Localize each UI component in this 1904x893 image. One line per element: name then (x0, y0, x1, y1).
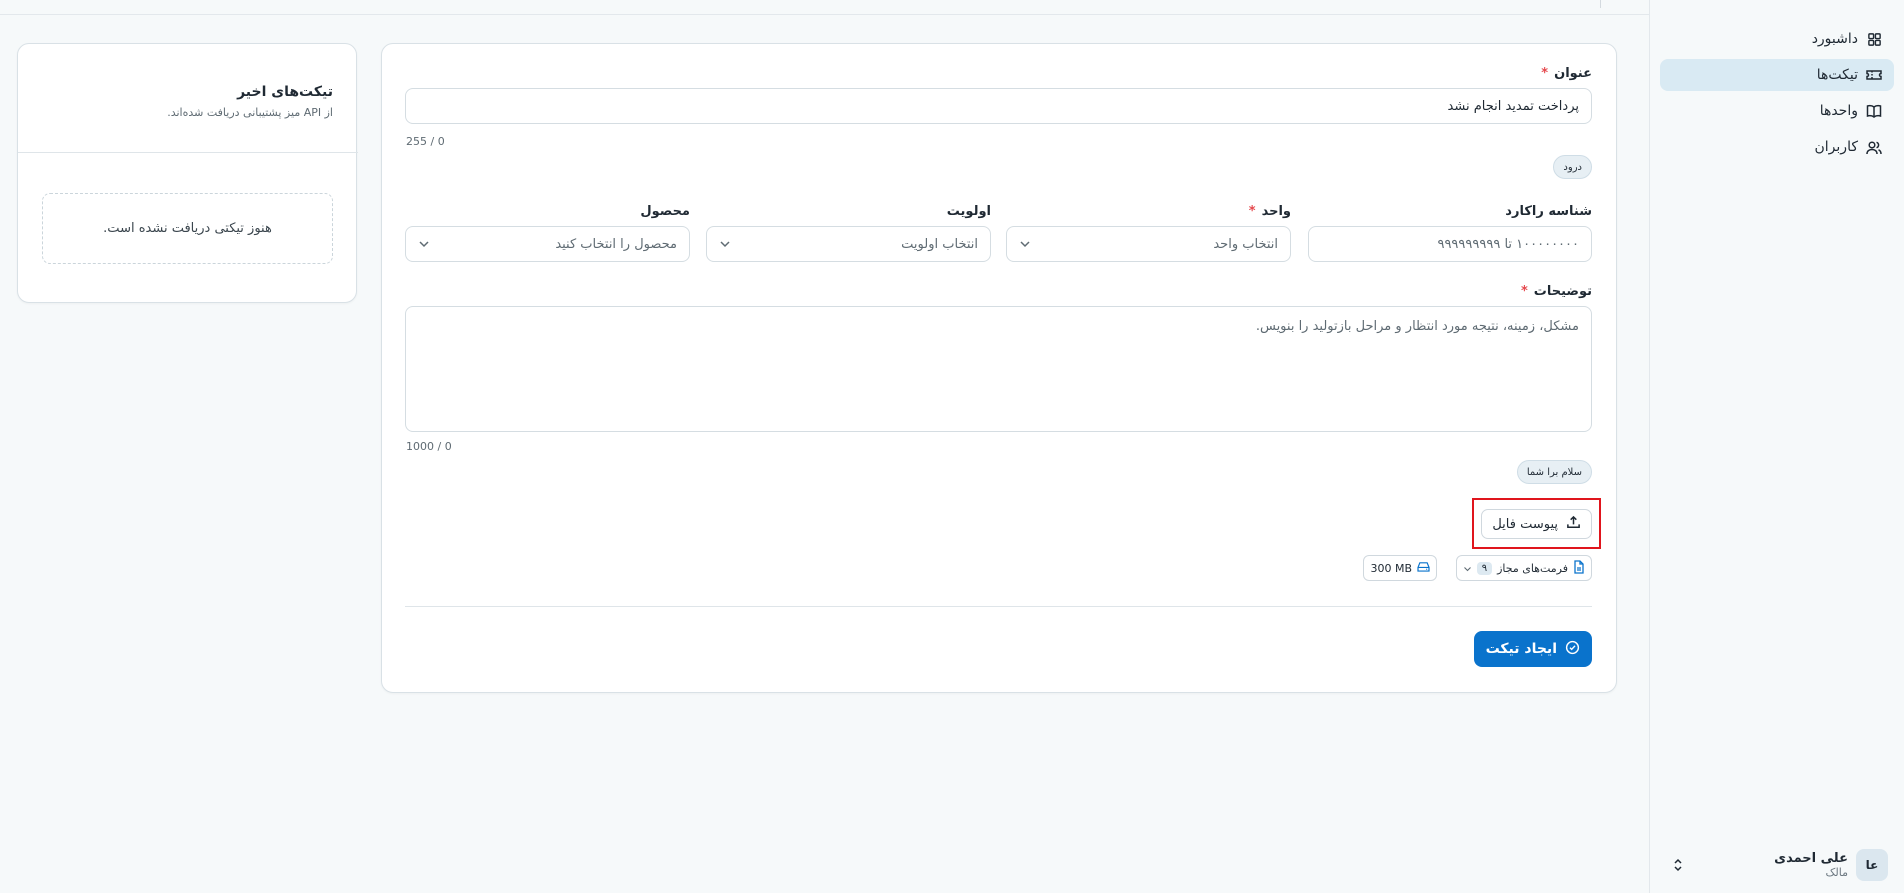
upload-icon (1566, 515, 1581, 534)
required-asterisk: * (1541, 66, 1549, 81)
form-divider (405, 606, 1592, 607)
dashboard-grid-icon (1866, 31, 1882, 47)
avatar: عا (1856, 849, 1888, 881)
tracking-id-input[interactable] (1308, 226, 1592, 262)
sidebar-item-units[interactable]: واحدها (1660, 95, 1894, 127)
empty-state: هنوز تیکتی دریافت نشده است. (42, 193, 333, 264)
recent-tickets-subtitle: از API میز پشتیبانی دریافت شده‌اند. (167, 106, 333, 119)
description-counter: 1000 / 0 (406, 440, 452, 453)
chevron-down-icon (719, 237, 731, 252)
attach-file-button[interactable]: پیوست فایل (1481, 509, 1592, 539)
unit-label: واحد * (1249, 204, 1291, 219)
chevron-down-icon (1019, 237, 1031, 252)
description-textarea[interactable] (405, 306, 1592, 432)
check-circle-icon (1565, 640, 1580, 659)
create-ticket-button[interactable]: ایجاد تیکت (1473, 631, 1592, 667)
title-label-text: عنوان (1554, 66, 1592, 81)
description-label: توضیحات * (1521, 284, 1592, 299)
recent-tickets-divider (18, 152, 358, 153)
product-select-value: محصول را انتخاب کنید (555, 236, 677, 252)
tracking-label: شناسه راکارد (1505, 204, 1592, 219)
title-input[interactable] (405, 88, 1592, 124)
allowed-formats-tag[interactable]: فرمت‌های مجاز ۹ (1455, 555, 1592, 581)
allowed-formats-label: فرمت‌های مجاز (1497, 561, 1568, 575)
ticket-icon (1866, 67, 1882, 83)
priority-label: اولویت (946, 204, 991, 219)
unit-select[interactable]: انتخاب واحد (1006, 226, 1291, 262)
unit-label-text: واحد (1261, 204, 1291, 219)
user-menu[interactable]: عا علی احمدی مالک (1664, 847, 1888, 883)
title-label: عنوان * (1541, 66, 1592, 81)
hello-chip[interactable]: سلام برا شما (1516, 460, 1592, 484)
book-icon (1866, 103, 1882, 119)
sidebar: داشبورد تیکت‌ها واحدها کاربران عا علی اح… (1649, 0, 1904, 893)
top-bar (0, 0, 1649, 15)
max-size-label: 300 MB (1370, 561, 1412, 575)
user-name: علی احمدی (1774, 851, 1848, 866)
product-select[interactable]: محصول را انتخاب کنید (405, 226, 690, 262)
sidebar-item-label: واحدها (1819, 103, 1858, 119)
sidebar-item-label: کاربران (1814, 139, 1858, 155)
product-label: محصول (640, 204, 690, 219)
required-asterisk: * (1520, 284, 1528, 299)
priority-select-value: انتخاب اولویت (901, 236, 978, 252)
title-counter: 255 / 0 (406, 135, 445, 148)
formats-count-badge: ۹ (1476, 561, 1493, 575)
attach-file-label: پیوست فایل (1492, 516, 1558, 532)
sidebar-item-label: داشبورد (1811, 31, 1858, 47)
user-role: مالک (1825, 866, 1848, 879)
storage-icon (1417, 561, 1430, 575)
chevron-down-icon (1463, 562, 1472, 575)
create-ticket-label: ایجاد تیکت (1485, 641, 1557, 657)
unit-select-value: انتخاب واحد (1213, 236, 1278, 252)
greeting-chip[interactable]: درود (1553, 155, 1592, 179)
recent-tickets-title: تیکت‌های اخیر (237, 84, 333, 100)
sidebar-item-dashboard[interactable]: داشبورد (1660, 23, 1894, 55)
description-label-text: توضیحات (1533, 284, 1592, 299)
user-info: علی احمدی مالک (1774, 851, 1848, 879)
required-asterisk: * (1248, 204, 1256, 219)
chevron-up-down-icon[interactable] (1668, 857, 1684, 873)
max-size-tag: 300 MB (1363, 555, 1437, 581)
ticket-form-card: عنوان * 255 / 0 درود شناسه راکارد واحد * ا… (381, 43, 1617, 693)
sidebar-item-users[interactable]: کاربران (1660, 131, 1894, 163)
chevron-down-icon (418, 237, 430, 252)
priority-select[interactable]: انتخاب اولویت (706, 226, 991, 262)
file-icon (1573, 559, 1585, 577)
recent-tickets-card: تیکت‌های اخیر از API میز پشتیبانی دریافت… (17, 43, 358, 303)
users-icon (1866, 139, 1882, 155)
sidebar-item-tickets[interactable]: تیکت‌ها (1660, 59, 1894, 91)
top-bar-divider (1600, 0, 1601, 8)
sidebar-item-label: تیکت‌ها (1816, 67, 1858, 83)
